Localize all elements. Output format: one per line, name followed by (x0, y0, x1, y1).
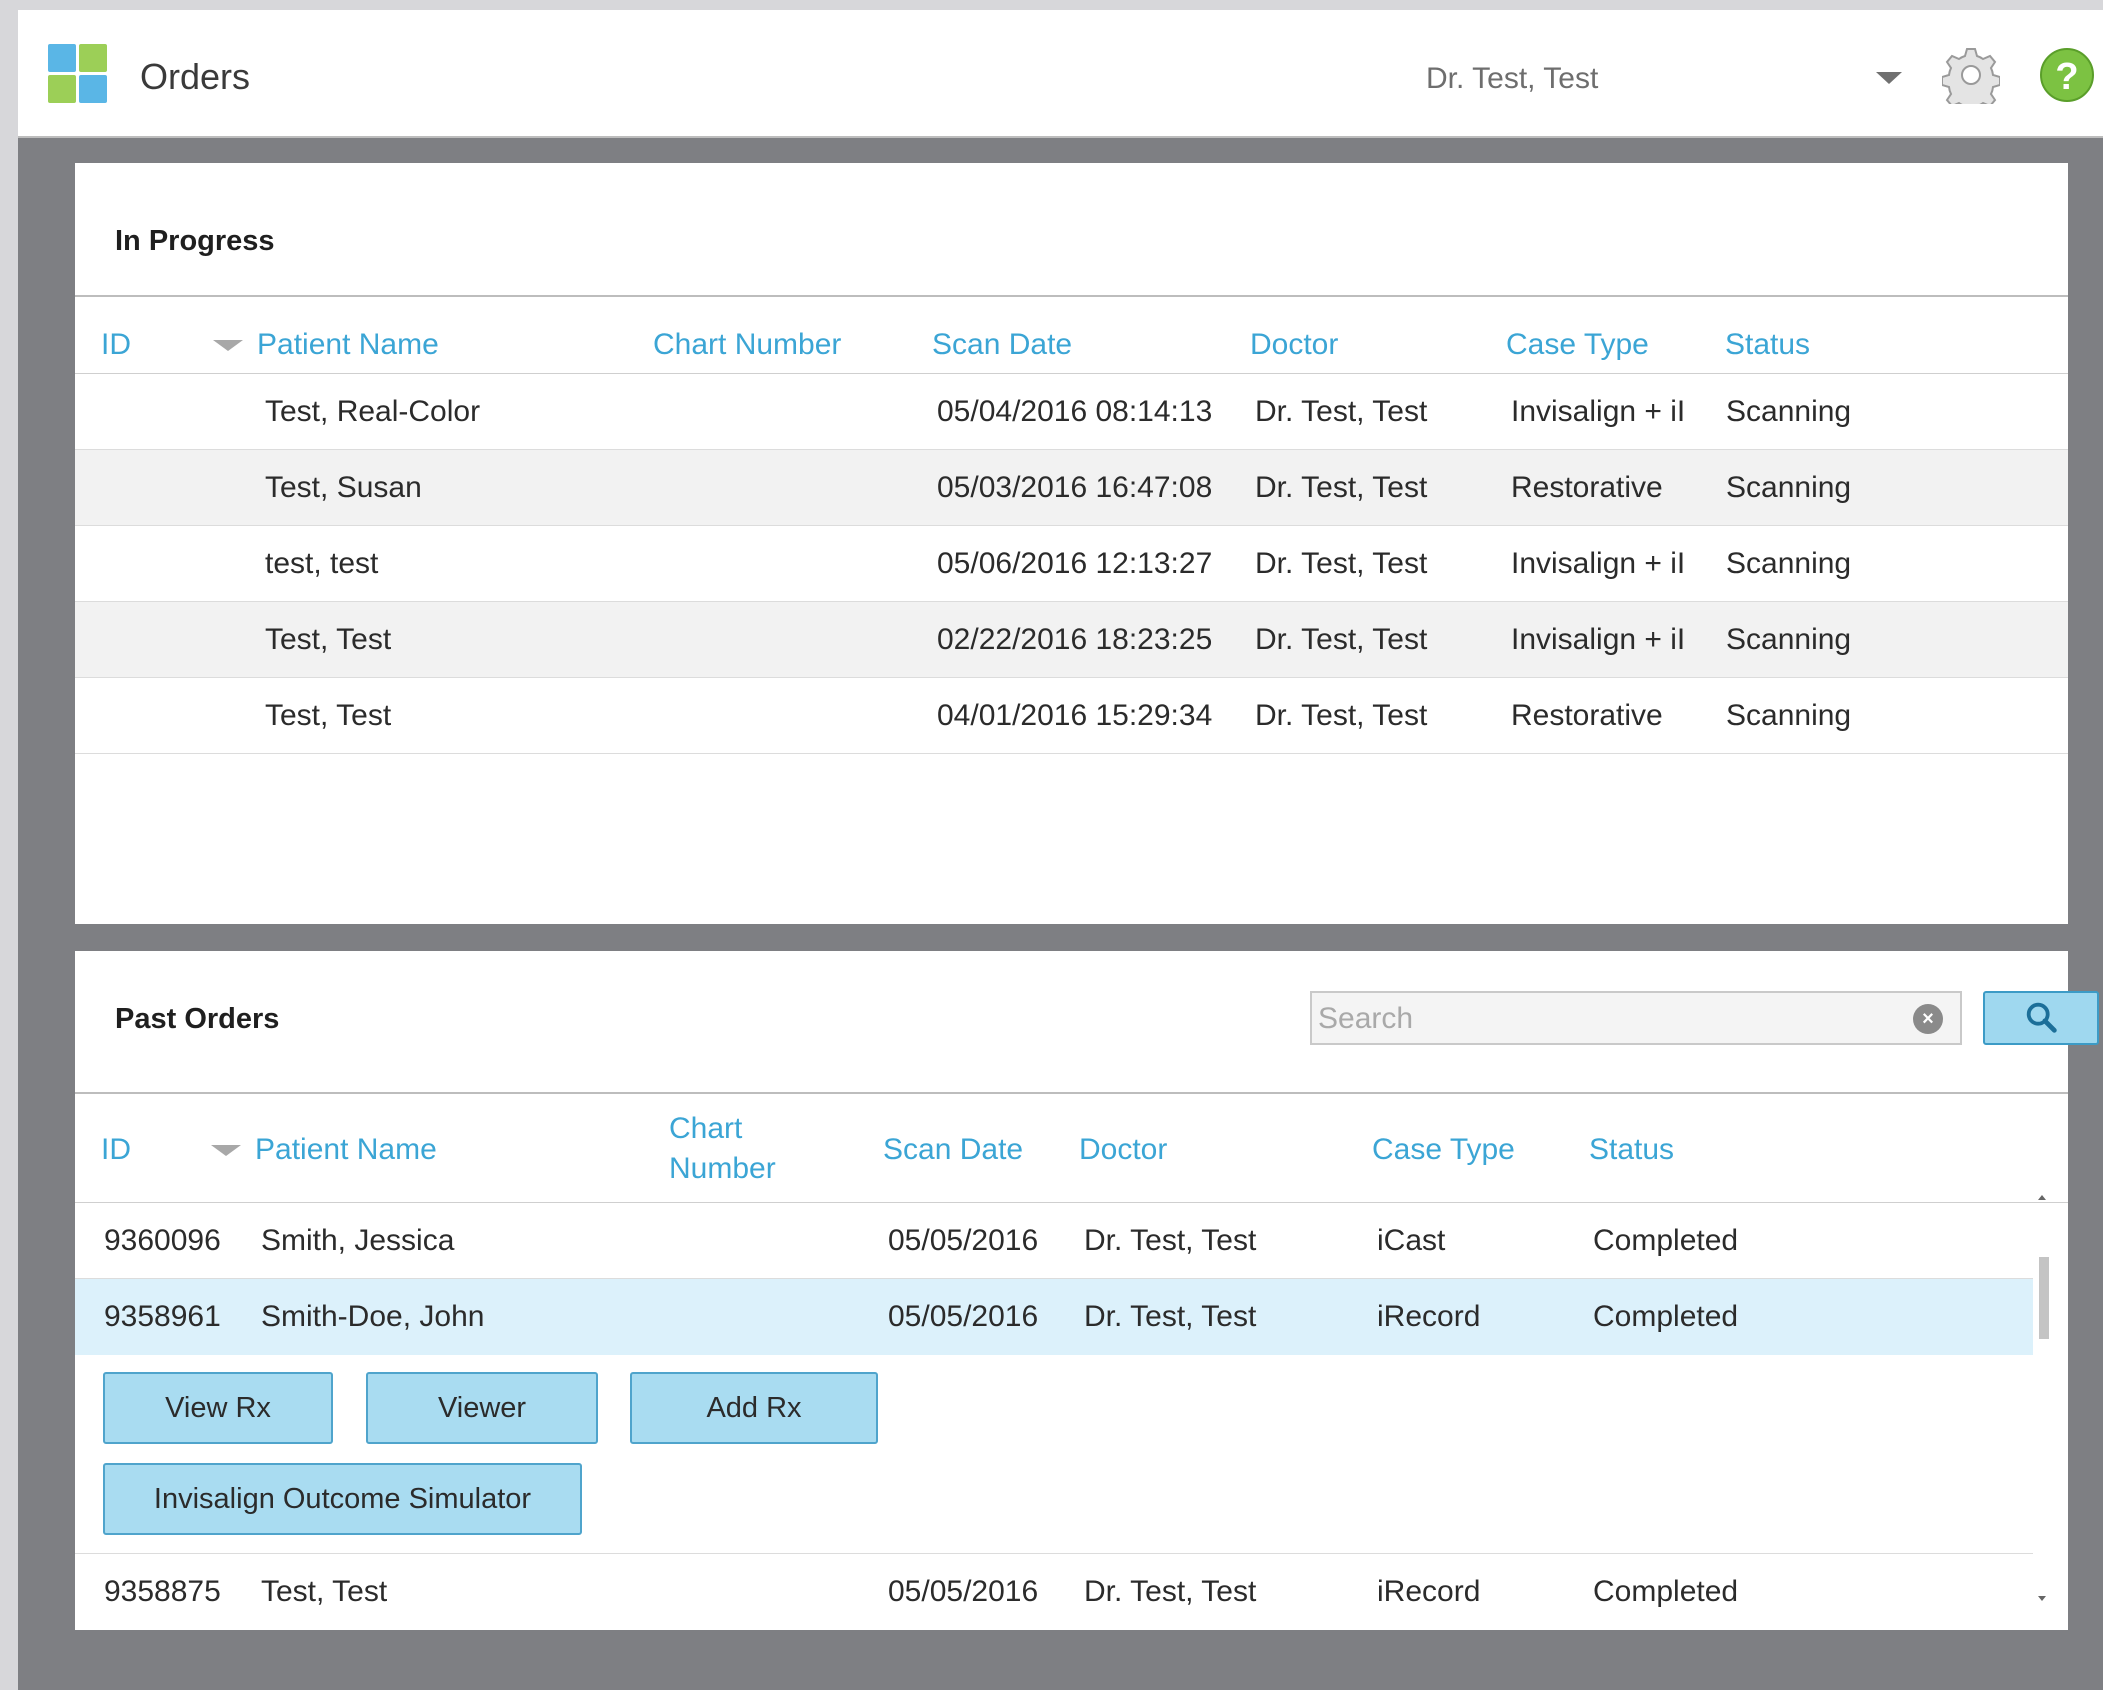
scroll-up-icon[interactable] (2038, 1195, 2046, 1200)
table-row[interactable]: Test, Test 02/22/2016 18:23:25 Dr. Test,… (75, 602, 2068, 678)
cell-case-type: Invisalign + iI (1511, 547, 1686, 580)
sort-descending-icon[interactable] (213, 340, 243, 351)
cell-status: Scanning (1726, 395, 1852, 428)
app-logo-icon (48, 44, 108, 104)
column-header-patient-name[interactable]: Patient Name (255, 1130, 437, 1170)
view-rx-button[interactable]: View Rx (103, 1372, 333, 1444)
cell-case-type: iRecord (1377, 1300, 1481, 1333)
cell-patient-name: Smith, Jessica (261, 1224, 455, 1257)
column-header-doctor[interactable]: Doctor (1079, 1130, 1167, 1170)
cell-status: Completed (1593, 1300, 1739, 1333)
cell-status: Scanning (1726, 623, 1852, 656)
table-row[interactable]: Test, Susan 05/03/2016 16:47:08 Dr. Test… (75, 450, 2068, 526)
cell-scan-date: 05/06/2016 12:13:27 (937, 547, 1213, 580)
column-header-case-type[interactable]: Case Type (1372, 1130, 1515, 1170)
cell-patient-name: Test, Test (265, 623, 392, 656)
cell-patient-name: Test, Test (261, 1575, 388, 1608)
cell-status: Completed (1593, 1224, 1739, 1257)
cell-scan-date: 05/04/2016 08:14:13 (937, 395, 1213, 428)
column-header-patient-name[interactable]: Patient Name (257, 325, 439, 365)
app-header: Orders Dr. Test, Test ? (18, 10, 2103, 138)
chevron-down-icon[interactable] (1876, 72, 1902, 84)
search-input[interactable] (1316, 999, 1900, 1039)
add-rx-button[interactable]: Add Rx (630, 1372, 878, 1444)
divider (75, 295, 2068, 297)
in-progress-title: In Progress (115, 225, 275, 257)
sort-descending-icon[interactable] (211, 1145, 241, 1156)
cell-case-type: Restorative (1511, 471, 1663, 504)
search-box: × (1310, 991, 1962, 1045)
cell-doctor: Dr. Test, Test (1255, 547, 1428, 580)
cell-status: Completed (1593, 1575, 1739, 1608)
table-row[interactable]: Test, Test 04/01/2016 15:29:34 Dr. Test,… (75, 678, 2068, 754)
cell-scan-date: 05/05/2016 (888, 1300, 1039, 1333)
cell-doctor: Dr. Test, Test (1084, 1224, 1257, 1257)
cell-patient-name: Test, Real-Color (265, 395, 481, 428)
search-button[interactable] (1983, 991, 2099, 1045)
column-header-id[interactable]: ID (101, 1130, 131, 1170)
current-doctor-label[interactable]: Dr. Test, Test (1426, 62, 1598, 96)
cell-status: Scanning (1726, 471, 1852, 504)
past-orders-title: Past Orders (115, 1003, 280, 1035)
cell-doctor: Dr. Test, Test (1255, 395, 1428, 428)
column-header-status[interactable]: Status (1589, 1130, 1674, 1170)
cell-doctor: Dr. Test, Test (1084, 1575, 1257, 1608)
column-header-doctor[interactable]: Doctor (1250, 325, 1338, 365)
invisalign-outcome-simulator-button[interactable]: Invisalign Outcome Simulator (103, 1463, 582, 1535)
column-header-scan-date[interactable]: Scan Date (883, 1130, 1023, 1170)
column-header-chart-number[interactable]: Chart Number (653, 325, 841, 365)
in-progress-panel: In Progress ID Patient Name Chart Number… (75, 163, 2068, 924)
cell-scan-date: 04/01/2016 15:29:34 (937, 699, 1213, 732)
cell-case-type: iCast (1377, 1224, 1446, 1257)
cell-case-type: Invisalign + iI (1511, 623, 1686, 656)
cell-scan-date: 05/05/2016 (888, 1575, 1039, 1608)
cell-doctor: Dr. Test, Test (1084, 1300, 1257, 1333)
cell-scan-date: 05/05/2016 (888, 1224, 1039, 1257)
cell-id: 9360096 (104, 1224, 221, 1257)
table-row[interactable]: Test, Real-Color 05/04/2016 08:14:13 Dr.… (75, 374, 2068, 450)
page-title: Orders (140, 56, 251, 97)
cell-doctor: Dr. Test, Test (1255, 699, 1428, 732)
cell-patient-name: Test, Susan (265, 471, 422, 504)
cell-patient-name: Test, Test (265, 699, 392, 732)
cell-status: Scanning (1726, 547, 1852, 580)
column-header-status[interactable]: Status (1725, 325, 1810, 365)
clear-search-icon[interactable]: × (1913, 1004, 1943, 1034)
cell-doctor: Dr. Test, Test (1255, 623, 1428, 656)
cell-scan-date: 05/03/2016 16:47:08 (937, 471, 1213, 504)
cell-scan-date: 02/22/2016 18:23:25 (937, 623, 1213, 656)
scroll-down-icon[interactable] (2038, 1596, 2046, 1601)
help-icon[interactable]: ? (2040, 48, 2094, 102)
table-row-selected[interactable]: 9358961 Smith-Doe, John 05/05/2016 Dr. T… (75, 1279, 2033, 1355)
gear-icon[interactable] (1942, 46, 2000, 104)
cell-case-type: Invisalign + iI (1511, 395, 1686, 428)
cell-status: Scanning (1726, 699, 1852, 732)
cell-id: 9358875 (104, 1575, 221, 1608)
cell-case-type: Restorative (1511, 699, 1663, 732)
column-header-chart-number[interactable]: Chart Number (669, 1109, 776, 1189)
orders-app-window: Orders Dr. Test, Test ? In Progress ID P… (18, 10, 2103, 1690)
table-row[interactable]: 9360096 Smith, Jessica 05/05/2016 Dr. Te… (75, 1203, 2033, 1279)
past-orders-panel: Past Orders × ID Patient Name Chart Numb… (75, 951, 2099, 1630)
column-header-case-type[interactable]: Case Type (1506, 325, 1649, 365)
cell-patient-name: Smith-Doe, John (261, 1300, 485, 1333)
scrollbar-thumb[interactable] (2039, 1257, 2049, 1339)
divider (75, 1092, 2068, 1094)
cell-patient-name: test, test (265, 547, 379, 580)
table-row[interactable]: test, test 05/06/2016 12:13:27 Dr. Test,… (75, 526, 2068, 602)
cell-doctor: Dr. Test, Test (1255, 471, 1428, 504)
table-row[interactable]: 9358875 Test, Test 05/05/2016 Dr. Test, … (75, 1554, 2033, 1630)
viewer-button[interactable]: Viewer (366, 1372, 598, 1444)
search-icon (2026, 1002, 2057, 1033)
column-header-scan-date[interactable]: Scan Date (932, 325, 1072, 365)
column-header-id[interactable]: ID (101, 325, 131, 365)
cell-case-type: iRecord (1377, 1575, 1481, 1608)
cell-id: 9358961 (104, 1300, 221, 1333)
